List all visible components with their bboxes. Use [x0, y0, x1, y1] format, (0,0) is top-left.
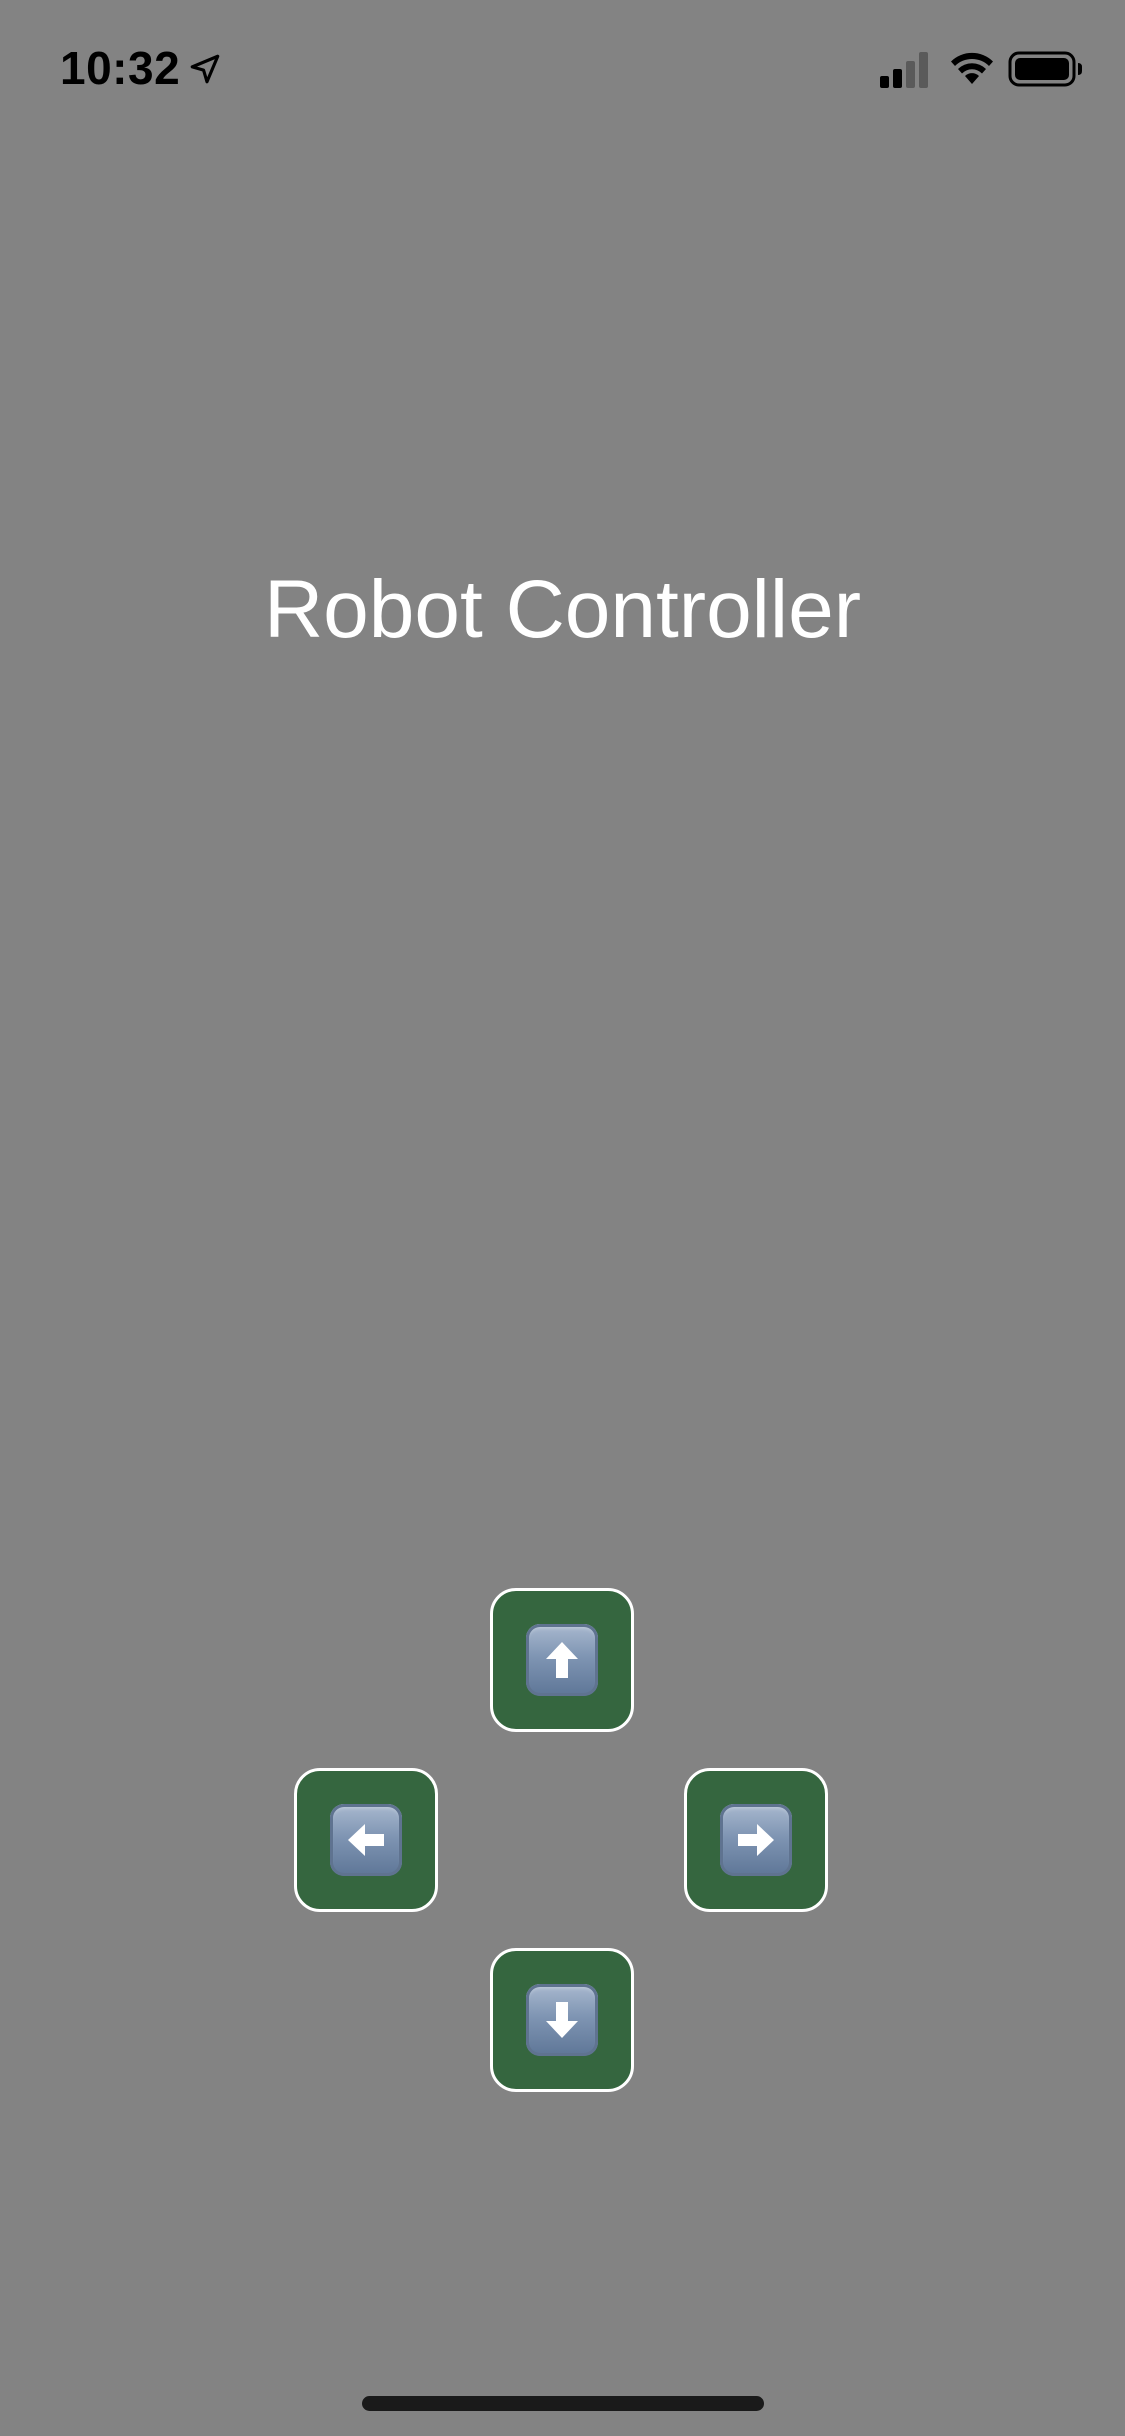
arrow-left-icon [330, 1804, 402, 1876]
battery-icon [1008, 50, 1084, 88]
move-right-button[interactable] [684, 1768, 828, 1912]
wifi-icon [948, 48, 996, 86]
location-arrow-icon [188, 52, 222, 86]
home-indicator[interactable] [362, 2396, 764, 2411]
status-bar: 10:32 [0, 0, 1125, 132]
arrow-right-icon [720, 1804, 792, 1876]
status-time: 10:32 [60, 42, 181, 94]
move-down-button[interactable] [490, 1948, 634, 2092]
cellular-signal-icon [880, 50, 932, 88]
arrow-down-icon [526, 1984, 598, 2056]
arrow-up-icon [526, 1624, 598, 1696]
move-up-button[interactable] [490, 1588, 634, 1732]
page-title: Robot Controller [263, 564, 862, 655]
move-left-button[interactable] [294, 1768, 438, 1912]
